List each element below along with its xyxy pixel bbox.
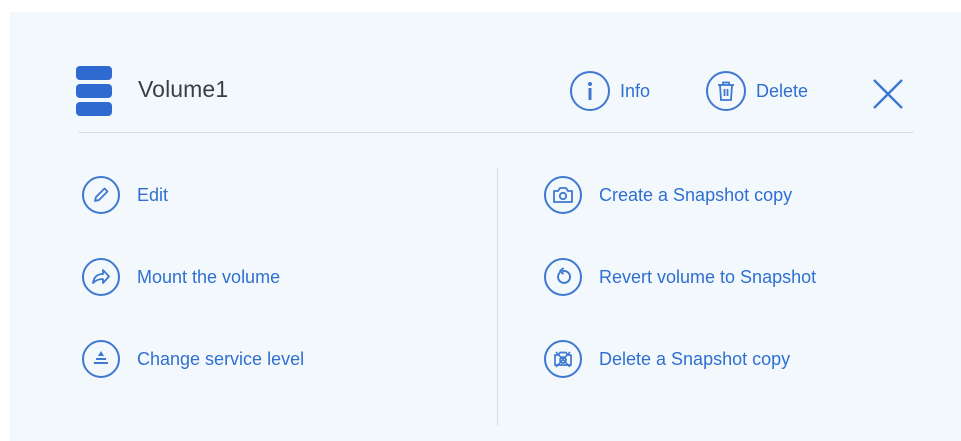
camera-icon [544, 176, 582, 214]
change-service-level-action[interactable]: Change service level [82, 339, 304, 379]
create-snapshot-label: Create a Snapshot copy [599, 184, 793, 205]
edit-action[interactable]: Edit [82, 175, 168, 215]
delete-snapshot-label: Delete a Snapshot copy [599, 348, 791, 369]
panel-header: Volume1 Info Delete [70, 54, 914, 124]
delete-snapshot-action[interactable]: Delete a Snapshot copy [544, 339, 790, 379]
info-icon [570, 71, 610, 111]
service-level-icon [82, 340, 120, 378]
delete-button-label: Delete [756, 80, 809, 101]
mount-volume-label: Mount the volume [137, 266, 281, 287]
volume-actions-panel: Volume1 Info Delete Edit Mount the volum… [10, 12, 961, 441]
column-divider [497, 168, 498, 426]
mount-volume-action[interactable]: Mount the volume [82, 257, 280, 297]
revert-snapshot-label: Revert volume to Snapshot [599, 266, 817, 287]
trash-icon [706, 71, 746, 111]
header-divider [78, 132, 914, 133]
database-icon [76, 66, 112, 116]
create-snapshot-action[interactable]: Create a Snapshot copy [544, 175, 792, 215]
info-button[interactable]: Info [570, 70, 650, 112]
edit-action-label: Edit [137, 184, 169, 205]
info-button-label: Info [620, 80, 651, 101]
revert-icon [544, 258, 582, 296]
change-service-level-label: Change service level [137, 348, 305, 369]
page-title: Volume1 [138, 76, 229, 102]
delete-button[interactable]: Delete [706, 70, 808, 112]
delete-snapshot-icon [544, 340, 582, 378]
close-icon[interactable] [870, 76, 906, 112]
share-arrow-icon [82, 258, 120, 296]
revert-snapshot-action[interactable]: Revert volume to Snapshot [544, 257, 816, 297]
pencil-icon [82, 176, 120, 214]
